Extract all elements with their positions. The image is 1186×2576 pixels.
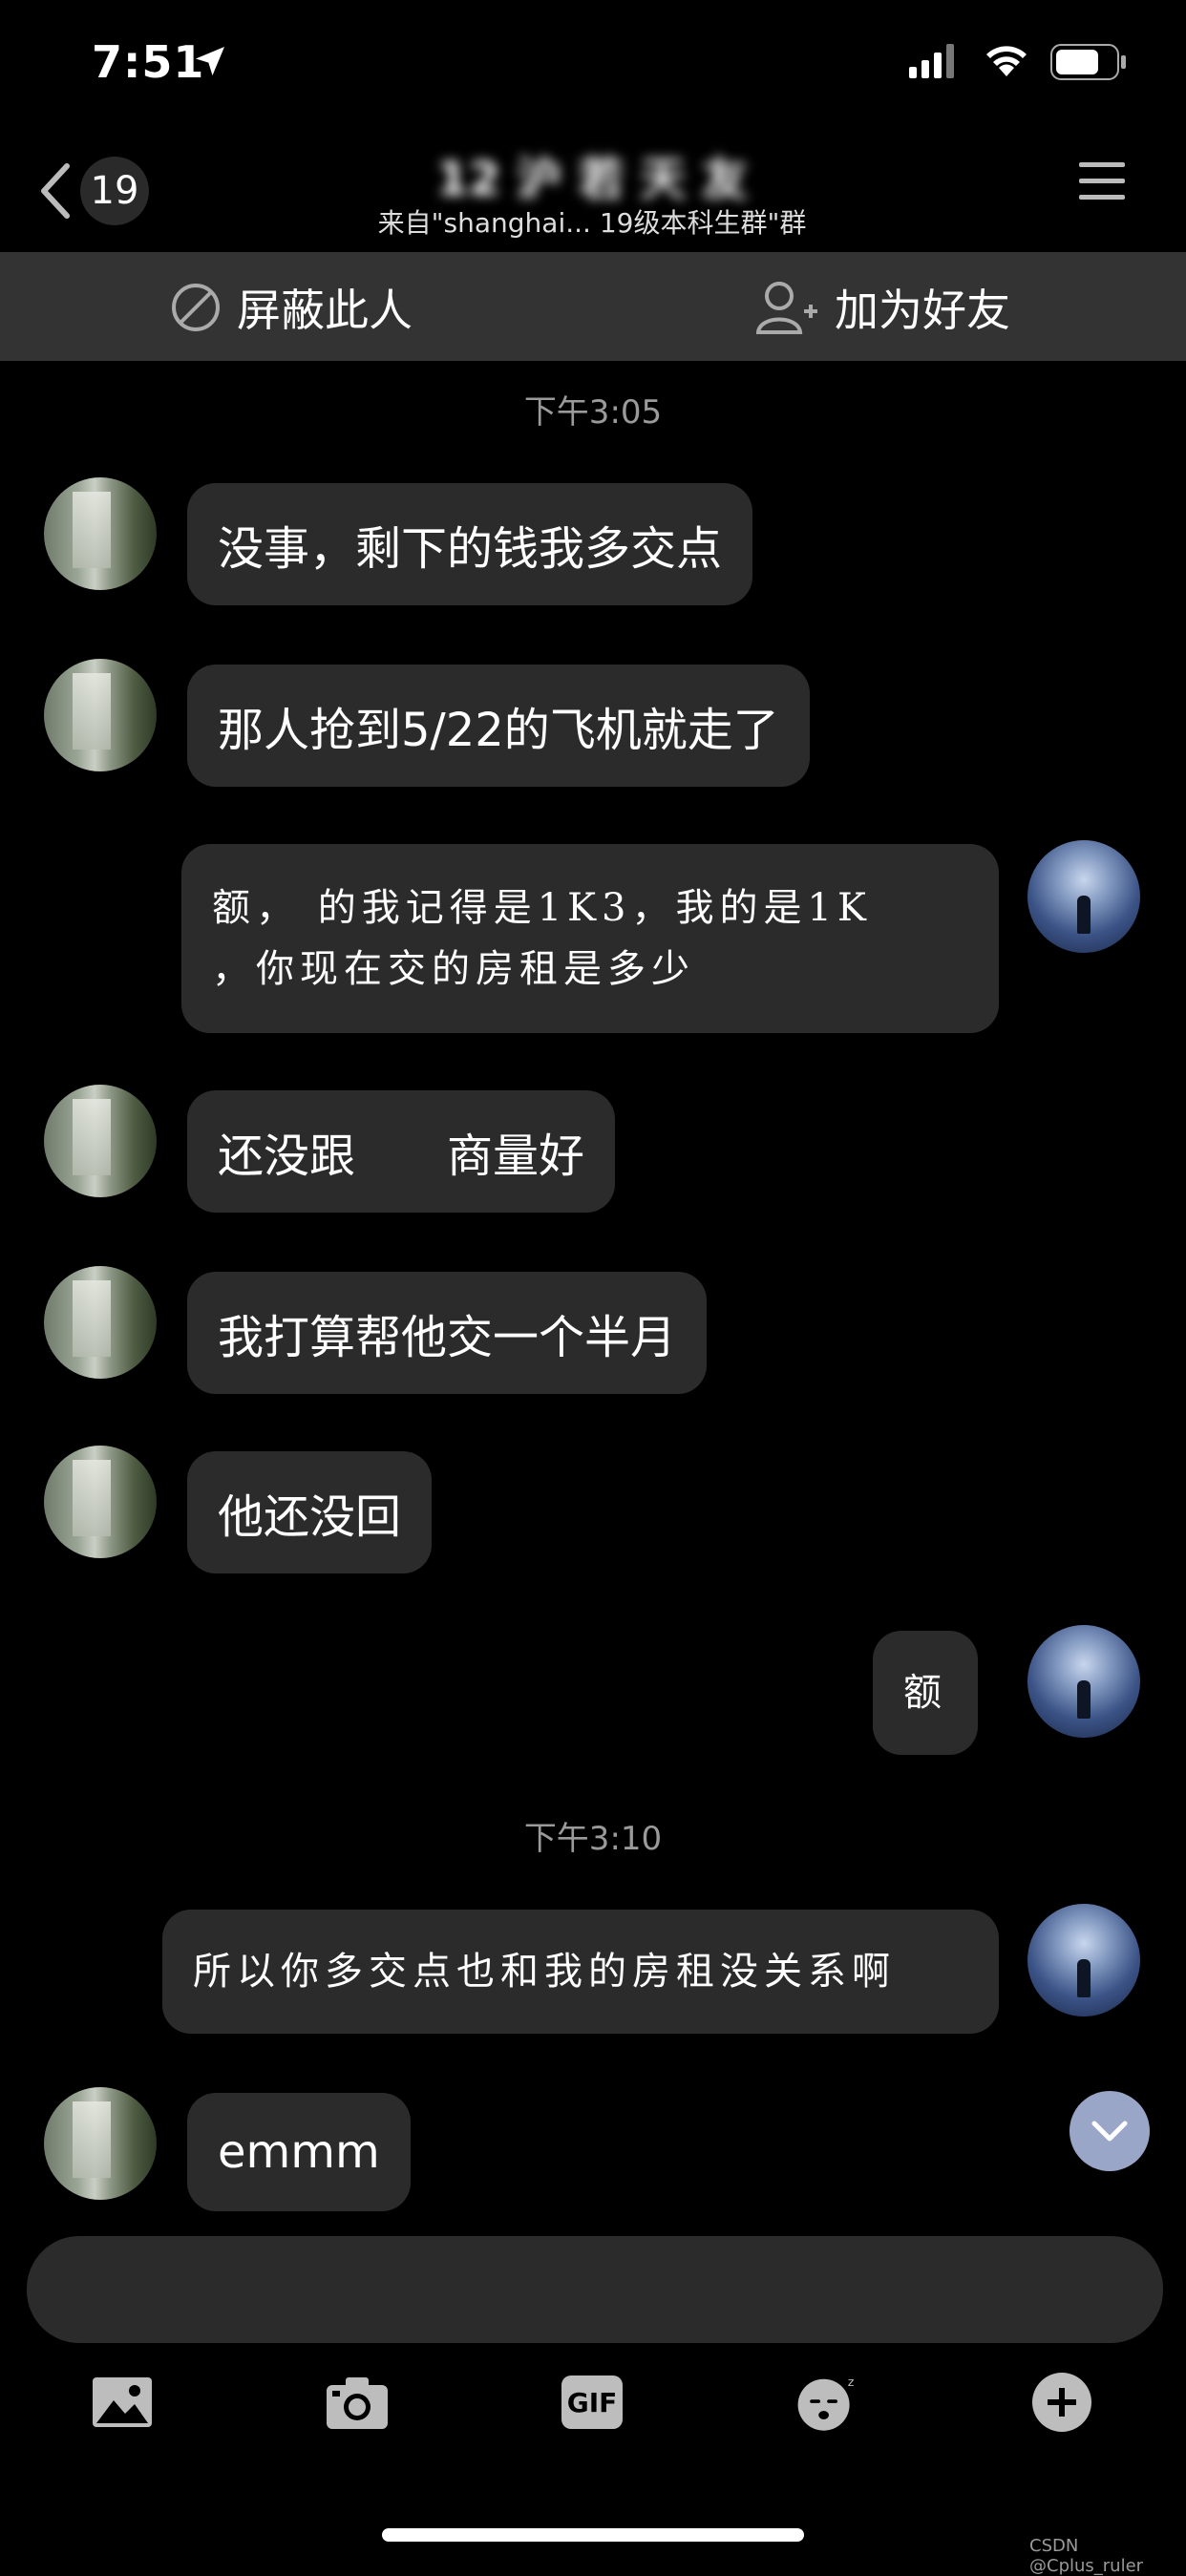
gif-button[interactable]: GIF <box>558 2368 626 2437</box>
message-text: 我打算帮他交一个半月 <box>218 1311 677 1364</box>
message-bubble[interactable]: 额， 的我记得是1K3，我的是1K ，你现在交的房租是多少 <box>181 844 999 1033</box>
more-button[interactable] <box>1027 2368 1096 2437</box>
message-bubble[interactable]: 我打算帮他交一个半月 <box>187 1272 708 1394</box>
location-arrow-icon <box>196 47 224 75</box>
battery-icon <box>1050 44 1126 80</box>
camera-button[interactable] <box>323 2368 392 2437</box>
unread-count-badge: 19 <box>80 157 149 225</box>
camera-icon <box>327 2377 388 2429</box>
gif-icon: GIF <box>561 2375 623 2429</box>
watermark: CSDN @Cplus_ruler <box>1029 2536 1144 2576</box>
action-bar: 屏蔽此人 加为好友 <box>0 252 1186 361</box>
message-bubble[interactable]: 没事，剩下的钱我多交点 <box>187 483 753 605</box>
chat-subtitle: 来自"shanghai... 19级本科生群"群 <box>377 207 807 239</box>
add-friend-button[interactable]: 加为好友 <box>756 277 1010 338</box>
add-friend-label: 加为好友 <box>835 285 1010 336</box>
message-text-line: ，你现在交的房租是多少 <box>212 947 695 991</box>
back-button[interactable]: 19 <box>38 153 172 229</box>
block-user-label: 屏蔽此人 <box>237 285 413 336</box>
sticker-button[interactable]: z <box>794 2368 863 2437</box>
message-bubble[interactable]: 还没跟 商量好 <box>187 1090 616 1213</box>
my-avatar[interactable] <box>1027 840 1140 953</box>
friend-avatar[interactable] <box>44 2087 157 2200</box>
message-bubble[interactable]: emmm <box>187 2093 411 2211</box>
message-text: 还没跟 商量好 <box>218 1130 585 1183</box>
message-bubble[interactable]: 他还没回 <box>187 1451 433 1573</box>
status-time: 7:51 <box>92 36 205 88</box>
chevron-down-icon <box>1091 2121 1128 2142</box>
message-text: 那人抢到5/22的飞机就走了 <box>218 704 779 757</box>
message-text-line: 额， 的我记得是1K3，我的是1K <box>212 886 872 930</box>
scroll-to-bottom-button[interactable] <box>1070 2091 1150 2171</box>
cellular-signal-icon <box>909 44 954 78</box>
message-text: 他还没回 <box>218 1490 402 1544</box>
my-avatar[interactable] <box>1027 1904 1140 2016</box>
message-text: 额 <box>903 1671 947 1715</box>
chat-title: 12 沪 若 天 友 <box>436 153 748 206</box>
image-button[interactable] <box>88 2368 157 2437</box>
chevron-left-icon <box>41 163 70 219</box>
menu-icon[interactable] <box>1079 162 1125 210</box>
friend-avatar[interactable] <box>44 659 157 771</box>
message-bubble[interactable]: 那人抢到5/22的飞机就走了 <box>187 665 810 787</box>
plus-icon <box>1032 2373 1091 2432</box>
my-avatar[interactable] <box>1027 1625 1140 1738</box>
block-user-button[interactable]: 屏蔽此人 <box>170 277 413 338</box>
home-indicator[interactable] <box>382 2528 804 2542</box>
sticker-icon: z <box>797 2375 855 2431</box>
message-text: 所以你多交点也和我的房租没关系啊 <box>193 1950 896 1994</box>
message-text: emmm <box>218 2125 380 2179</box>
message-bubble[interactable]: 额 <box>873 1631 978 1755</box>
friend-avatar[interactable] <box>44 1266 157 1379</box>
wifi-icon <box>986 46 1027 76</box>
add-user-icon <box>756 282 817 334</box>
svg-text:z: z <box>848 2375 855 2389</box>
message-bubble[interactable]: 所以你多交点也和我的房租没关系啊 <box>162 1910 999 2034</box>
image-icon <box>93 2377 152 2427</box>
time-separator: 下午3:10 <box>523 1820 663 1858</box>
time-separator: 下午3:05 <box>523 393 663 432</box>
block-icon <box>172 284 220 331</box>
friend-avatar[interactable] <box>44 1446 157 1558</box>
message-input[interactable] <box>27 2236 1163 2343</box>
friend-avatar[interactable] <box>44 477 157 590</box>
message-text: 没事，剩下的钱我多交点 <box>218 522 723 576</box>
friend-avatar[interactable] <box>44 1085 157 1197</box>
